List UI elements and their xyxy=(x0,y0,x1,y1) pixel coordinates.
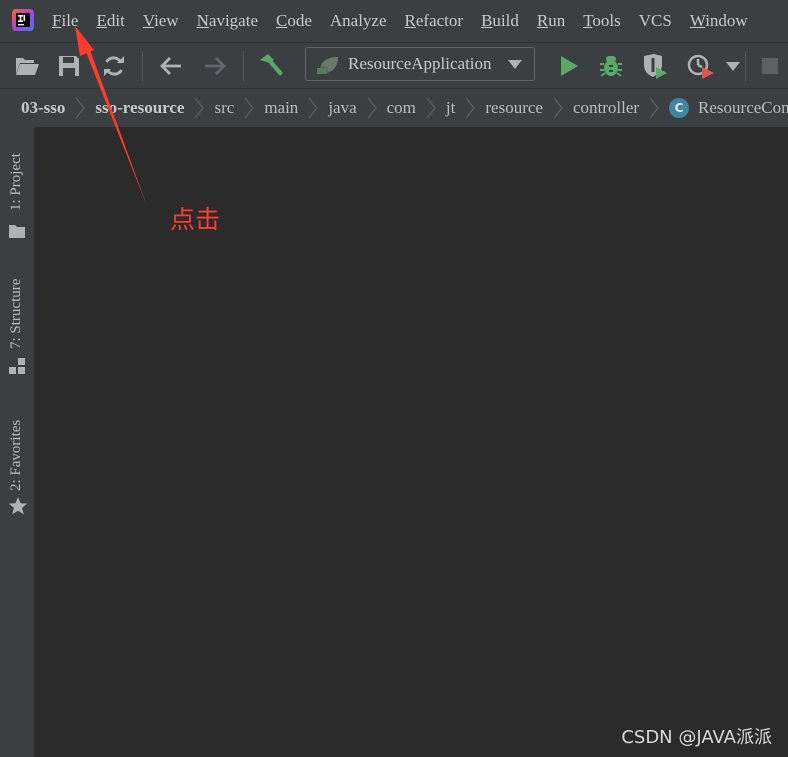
main-toolbar: ResourceApplication xyxy=(0,42,788,89)
menu-vcs[interactable]: VCS xyxy=(639,11,672,31)
stop-button[interactable] xyxy=(755,51,785,81)
menu-code[interactable]: Code xyxy=(276,11,312,31)
run-configuration-label: ResourceApplication xyxy=(348,54,492,73)
breadcrumb-item-main[interactable]: main xyxy=(264,98,298,118)
chevron-right-icon xyxy=(553,97,563,119)
back-button[interactable] xyxy=(156,51,186,81)
menu-analyze[interactable]: Analyze xyxy=(330,11,387,31)
annotation-label: 点击 xyxy=(170,205,221,234)
watermark: CSDN @JAVA派派 xyxy=(621,727,772,748)
java-class-icon: C xyxy=(669,98,690,118)
menu-file[interactable]: File xyxy=(52,11,78,31)
left-tool-strip: 1: Project 7: Structure 2: Favorites xyxy=(0,127,35,757)
profile-button[interactable] xyxy=(686,51,716,81)
profile-icon xyxy=(687,54,714,79)
menu-run[interactable]: Run xyxy=(537,11,565,31)
run-icon xyxy=(561,56,578,76)
intellij-logo-icon xyxy=(12,9,34,31)
tool-tab-favorites[interactable]: 2: Favorites xyxy=(0,403,34,523)
menu-build[interactable]: Build xyxy=(481,11,519,31)
chevron-right-icon xyxy=(367,97,377,119)
chevron-right-icon xyxy=(75,97,86,119)
tool-tab-favorites-label: 2: Favorites xyxy=(8,419,24,491)
structure-icon xyxy=(9,358,25,374)
breadcrumb-item-resource[interactable]: resource xyxy=(485,98,543,118)
menu-tools[interactable]: Tools xyxy=(583,11,621,31)
tool-tab-project-label: 1: Project xyxy=(8,153,24,211)
toolbar-separator xyxy=(243,51,244,81)
breadcrumb-item-class[interactable]: ResourceController xyxy=(698,98,788,118)
chevron-down-icon xyxy=(508,60,522,69)
coverage-button[interactable] xyxy=(640,51,670,81)
tool-tab-structure[interactable]: 7: Structure xyxy=(0,263,34,383)
chevron-right-icon xyxy=(465,97,476,119)
debug-button[interactable] xyxy=(596,51,626,81)
open-folder-button[interactable] xyxy=(12,51,42,81)
editor-area[interactable] xyxy=(35,127,788,757)
menu-navigate[interactable]: Navigate xyxy=(197,11,258,31)
forward-button[interactable] xyxy=(200,51,230,81)
menu-view[interactable]: View xyxy=(143,11,179,31)
debug-icon xyxy=(600,56,622,77)
run-button[interactable] xyxy=(554,51,584,81)
tool-tab-project[interactable]: 1: Project xyxy=(0,135,34,245)
breadcrumb-item-controller[interactable]: controller xyxy=(573,98,639,118)
save-button[interactable] xyxy=(54,51,84,81)
chevron-down-icon xyxy=(726,61,740,71)
breadcrumb: 03-sso sso-resource src main java com jt… xyxy=(0,88,788,128)
star-icon xyxy=(8,497,28,515)
chevron-right-icon xyxy=(649,97,660,119)
breadcrumb-item-java[interactable]: java xyxy=(328,98,356,118)
folder-icon xyxy=(9,225,25,238)
chevron-right-icon xyxy=(194,97,205,119)
open-folder-icon xyxy=(16,58,39,75)
menu-bar: File Edit View Navigate Code Analyze Ref… xyxy=(0,0,788,42)
toolbar-separator xyxy=(745,51,746,81)
save-icon xyxy=(59,56,79,76)
spring-leaf-icon xyxy=(317,57,338,74)
run-configuration-dropdown[interactable]: ResourceApplication xyxy=(305,47,535,81)
menu-edit[interactable]: Edit xyxy=(96,11,124,31)
coverage-icon xyxy=(644,54,667,79)
build-button[interactable] xyxy=(256,51,286,81)
stop-icon xyxy=(762,58,778,74)
menu-refactor[interactable]: Refactor xyxy=(405,11,464,31)
breadcrumb-item-com[interactable]: com xyxy=(387,98,416,118)
chevron-right-icon xyxy=(308,97,319,119)
chevron-right-icon xyxy=(244,97,255,119)
toolbar-separator xyxy=(142,51,143,81)
build-hammer-icon xyxy=(260,54,283,76)
chevron-right-icon xyxy=(426,97,436,119)
profile-options-button[interactable] xyxy=(718,51,748,81)
back-arrow-icon xyxy=(160,57,181,75)
breadcrumb-item-module[interactable]: sso-resource xyxy=(95,98,184,118)
sync-button[interactable] xyxy=(99,51,129,81)
breadcrumb-item-src[interactable]: src xyxy=(214,98,234,118)
breadcrumb-item-project[interactable]: 03-sso xyxy=(21,98,65,118)
sync-icon xyxy=(104,56,124,76)
breadcrumb-item-jt[interactable]: jt xyxy=(446,98,455,118)
forward-arrow-icon xyxy=(205,57,226,75)
menu-window[interactable]: Window xyxy=(690,11,748,31)
tool-tab-structure-label: 7: Structure xyxy=(8,278,24,349)
